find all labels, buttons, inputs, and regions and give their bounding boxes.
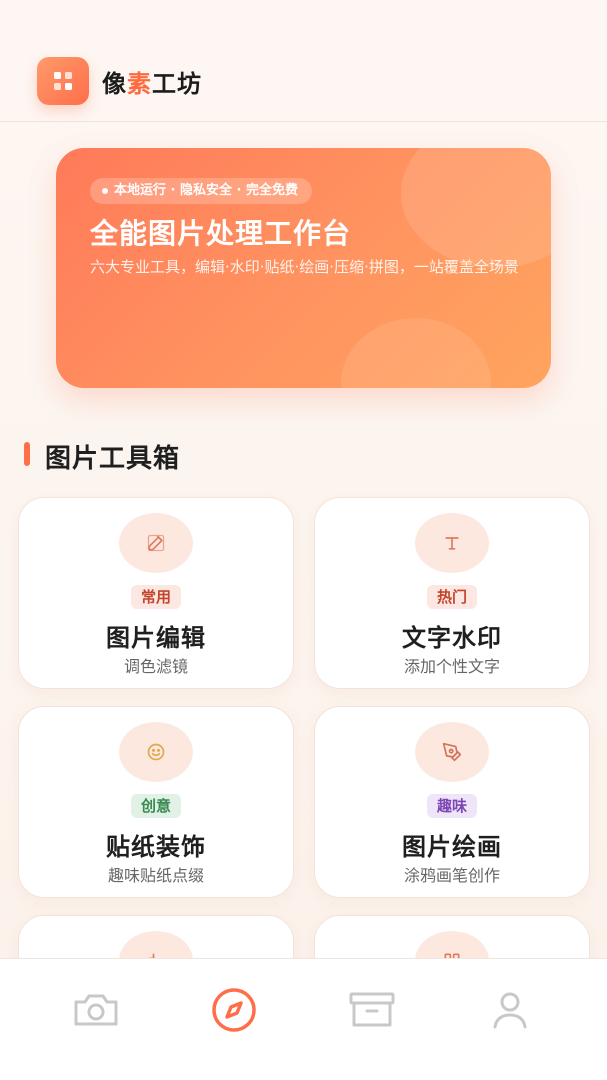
pen-tool-icon [442, 742, 462, 762]
hero-description: 六大专业工具，编辑·水印·贴纸·绘画·压缩·拼图，一站覆盖全场景 [90, 258, 519, 276]
user-icon [493, 992, 527, 1029]
tool-card-image-edit[interactable]: 常用 图片编辑 调色滤镜 [18, 497, 294, 689]
tool-title: 文字水印 [402, 624, 502, 652]
nav-item-camera[interactable] [66, 985, 126, 1035]
hero-decoration [341, 318, 491, 388]
app-logo[interactable] [37, 57, 89, 105]
tool-icon-wrap [119, 722, 193, 782]
tool-card-text-watermark[interactable]: 热门 文字水印 添加个性文字 [314, 497, 590, 689]
tool-icon-wrap [415, 722, 489, 782]
archive-icon [349, 992, 395, 1027]
text-icon [445, 537, 459, 550]
bottom-navigation [0, 958, 607, 1080]
nav-item-archive[interactable] [342, 985, 402, 1035]
tool-card-sticker[interactable]: 创意 贴纸装饰 趣味贴纸点缀 [18, 706, 294, 898]
tool-subtitle: 调色滤镜 [123, 657, 188, 676]
tool-subtitle: 趣味贴纸点缀 [107, 866, 204, 885]
tool-title: 图片编辑 [106, 624, 206, 652]
nav-item-profile[interactable] [480, 985, 540, 1035]
dot-icon [102, 188, 108, 194]
tool-title: 图片绘画 [402, 833, 502, 861]
hero-decoration [401, 148, 551, 268]
tool-tag: 创意 [130, 794, 182, 818]
app-header: 像素工坊 [0, 0, 607, 122]
camera-icon [74, 994, 118, 1026]
nav-item-discover[interactable] [204, 985, 264, 1035]
tool-tag: 趣味 [426, 794, 478, 818]
hero-badge: 本地运行 · 隐私安全 · 完全免费 [90, 178, 312, 204]
section-title: 图片工具箱 [45, 444, 181, 474]
app-title-accent: 素 [127, 70, 152, 98]
app-title: 像素工坊 [102, 70, 202, 98]
tool-icon-wrap [415, 513, 489, 573]
hero-badge-text: 本地运行 · 隐私安全 · 完全免费 [114, 183, 298, 198]
grid-icon [54, 72, 72, 90]
tool-subtitle: 添加个性文字 [403, 657, 500, 676]
hero-banner: 本地运行 · 隐私安全 · 完全免费 全能图片处理工作台 六大专业工具，编辑·水… [56, 148, 551, 388]
hero-title: 全能图片处理工作台 [90, 217, 352, 250]
compass-icon [212, 988, 256, 1032]
tool-tag: 热门 [426, 585, 478, 609]
tool-title: 贴纸装饰 [106, 833, 206, 861]
smile-icon [147, 743, 165, 761]
section-accent-bar [24, 442, 30, 466]
tool-icon-wrap [119, 513, 193, 573]
tool-tag: 常用 [130, 585, 182, 609]
tool-subtitle: 涂鸦画笔创作 [403, 866, 500, 885]
tool-card-drawing[interactable]: 趣味 图片绘画 涂鸦画笔创作 [314, 706, 590, 898]
edit-icon [147, 534, 165, 552]
